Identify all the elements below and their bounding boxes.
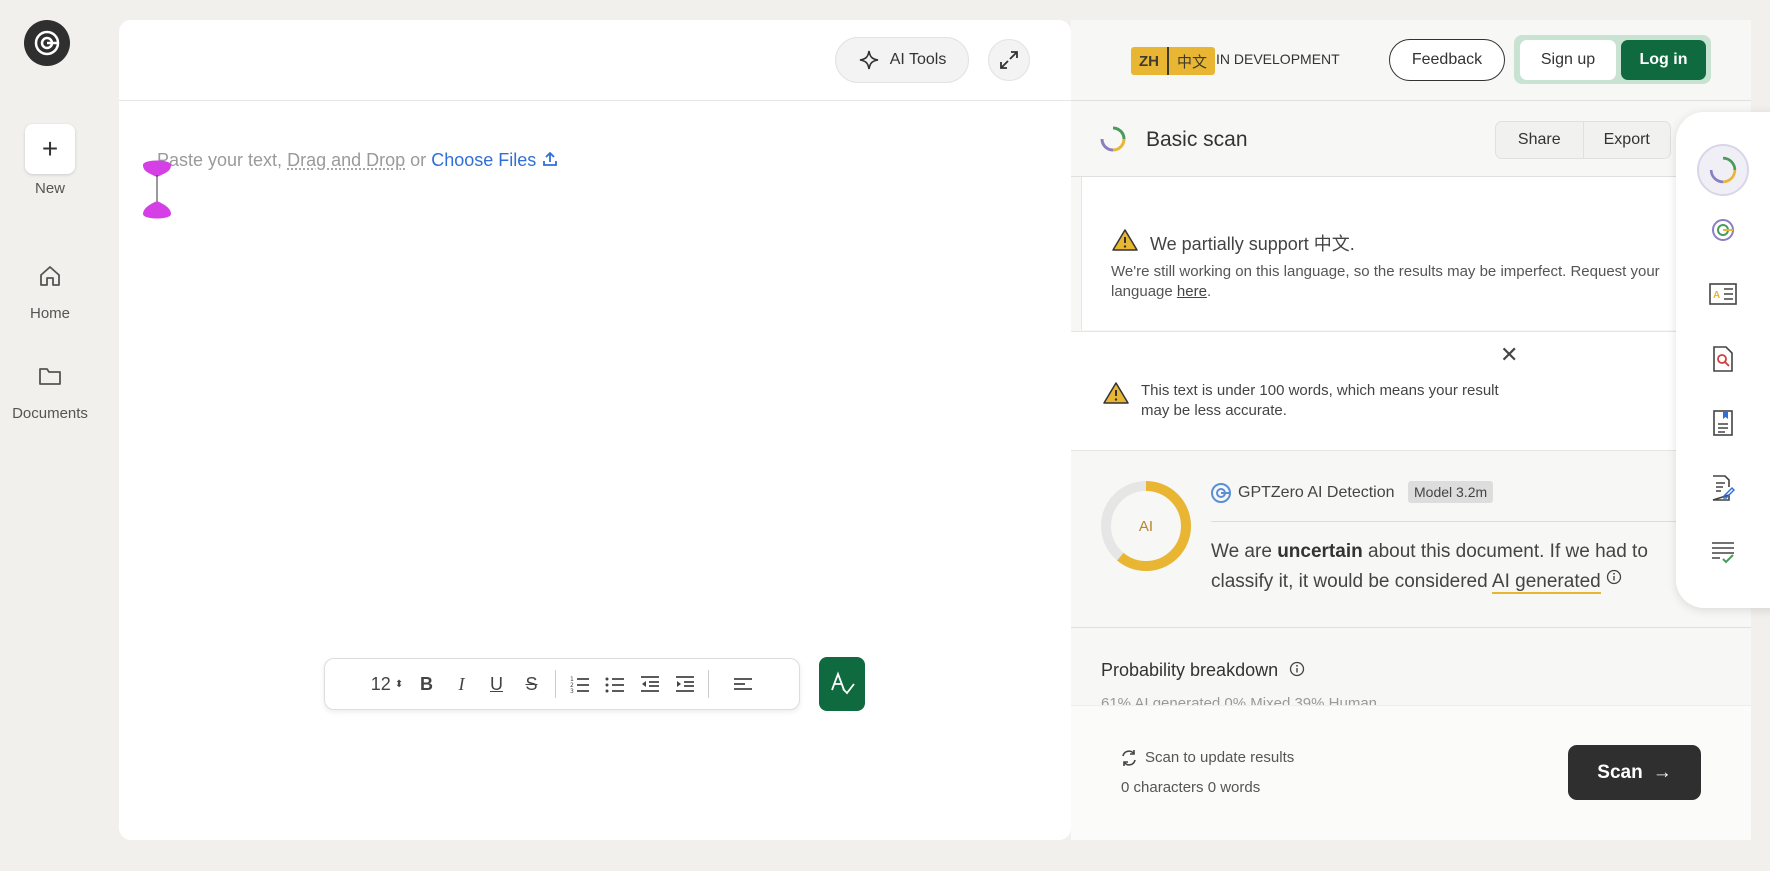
editor-placeholder[interactable]: Paste your text, Drag and Drop or Choose…: [157, 150, 559, 171]
expand-icon: [998, 49, 1020, 71]
language-notice-body: We're still working on this language, so…: [1111, 262, 1701, 302]
home-icon[interactable]: [30, 256, 70, 296]
ai-ring-label: AI: [1139, 518, 1153, 535]
indent-button[interactable]: [667, 667, 702, 702]
info-icon[interactable]: [1289, 661, 1305, 677]
outdent-button[interactable]: [632, 667, 667, 702]
word-count-notice-text: This text is under 100 words, which mean…: [1141, 381, 1501, 421]
drag-drop-text: Drag and Drop: [287, 150, 405, 170]
text-cursor-handles[interactable]: [140, 153, 174, 227]
detection-verdict: We are uncertain about this document. If…: [1211, 537, 1681, 597]
plagiarism-search-icon: [1712, 346, 1734, 372]
font-size-select[interactable]: 12 ⬍: [365, 667, 409, 702]
signup-button[interactable]: Sign up: [1520, 40, 1616, 80]
feedback-button[interactable]: Feedback: [1389, 39, 1505, 81]
divider: [1071, 627, 1751, 628]
home-label[interactable]: Home: [0, 305, 100, 322]
rail-source-check[interactable]: [1701, 401, 1745, 445]
align-button[interactable]: [725, 667, 760, 702]
editor-divider: [119, 100, 1071, 101]
indent-icon: [675, 675, 695, 693]
folder-icon[interactable]: [30, 356, 70, 396]
gptzero-detection-icon: [1210, 482, 1232, 504]
gptzero-logo[interactable]: [24, 20, 70, 66]
rail-basic-scan[interactable]: [1697, 144, 1749, 196]
spellcheck-button[interactable]: [819, 657, 865, 711]
detection-source: GPTZero AI Detection: [1238, 484, 1395, 502]
new-label: New: [0, 180, 100, 197]
advanced-scan-icon: [1710, 217, 1736, 243]
choose-files-link[interactable]: Choose Files: [431, 150, 536, 170]
login-button[interactable]: Log in: [1621, 40, 1706, 80]
language-badge[interactable]: ZH 中文: [1131, 47, 1215, 75]
share-button[interactable]: Share: [1496, 122, 1584, 158]
divider: [1211, 521, 1681, 522]
probability-breakdown-peek: 61% AI generated 0% Mixed 39% Human: [1101, 697, 1377, 705]
svg-text:A: A: [1713, 290, 1720, 301]
bold-button[interactable]: B: [409, 667, 444, 702]
warning-icon: [1112, 228, 1138, 252]
numbered-list-button[interactable]: 123: [562, 667, 597, 702]
documents-label[interactable]: Documents: [0, 405, 100, 422]
editor-panel[interactable]: [119, 20, 1071, 840]
request-language-link[interactable]: here: [1177, 283, 1207, 300]
upload-icon[interactable]: [541, 150, 559, 168]
bookmark-doc-icon: [1712, 410, 1734, 436]
sparkle-icon: [858, 49, 880, 71]
checklist-icon: [1710, 540, 1736, 564]
toolbar-divider: [555, 670, 556, 698]
underline-button[interactable]: U: [479, 667, 514, 702]
refresh-icon: [1120, 749, 1138, 767]
scan-title: Basic scan: [1146, 128, 1248, 152]
svg-text:3: 3: [570, 688, 574, 693]
align-left-icon: [733, 675, 753, 693]
rail-grammar-check[interactable]: [1701, 530, 1745, 574]
rail-ai-vocab[interactable]: A: [1701, 272, 1745, 316]
strikethrough-button[interactable]: S: [514, 667, 549, 702]
rail-writing-feedback[interactable]: [1701, 466, 1745, 510]
language-notice-title: We partially support 中文.: [1150, 230, 1355, 256]
arrow-right-icon: →: [1653, 762, 1672, 784]
probability-title: Probability breakdown: [1101, 660, 1305, 681]
plus-icon: +: [42, 133, 58, 165]
bullet-list-button[interactable]: [597, 667, 632, 702]
outdent-icon: [640, 675, 660, 693]
ai-generated-label[interactable]: AI generated: [1492, 571, 1601, 594]
rail-plagiarism[interactable]: [1701, 337, 1745, 381]
toolbar-divider: [708, 670, 709, 698]
dev-status-label: IN DEVELOPMENT: [1216, 51, 1340, 67]
ai-tools-button[interactable]: AI Tools: [835, 37, 969, 83]
divider: [1071, 100, 1751, 101]
new-document-button[interactable]: +: [25, 124, 75, 174]
scan-ring-icon: [1709, 156, 1737, 184]
info-icon[interactable]: [1606, 569, 1622, 585]
scan-button[interactable]: Scan →: [1568, 745, 1701, 800]
ai-score-ring: AI: [1100, 480, 1192, 572]
vocab-card-icon: A: [1709, 283, 1737, 305]
numbered-list-icon: 123: [570, 675, 590, 693]
edit-doc-icon: [1711, 475, 1735, 501]
rail-advanced-scan[interactable]: [1701, 208, 1745, 252]
format-toolbar: 12 ⬍ B I U S 123: [324, 658, 800, 710]
model-badge: Model 3.2m: [1408, 481, 1493, 503]
scan-spinner-icon: [1100, 126, 1126, 152]
bullet-list-icon: [605, 675, 625, 693]
export-button[interactable]: Export: [1584, 122, 1671, 158]
close-icon[interactable]: ✕: [1500, 342, 1518, 368]
spellcheck-icon: [828, 670, 856, 698]
italic-button[interactable]: I: [444, 667, 479, 702]
warning-icon: [1103, 381, 1129, 405]
scan-update-text: Scan to update results: [1145, 749, 1294, 766]
char-word-count: 0 characters 0 words: [1121, 779, 1260, 796]
expand-button[interactable]: [988, 39, 1030, 81]
share-export-group: Share Export: [1495, 121, 1671, 159]
